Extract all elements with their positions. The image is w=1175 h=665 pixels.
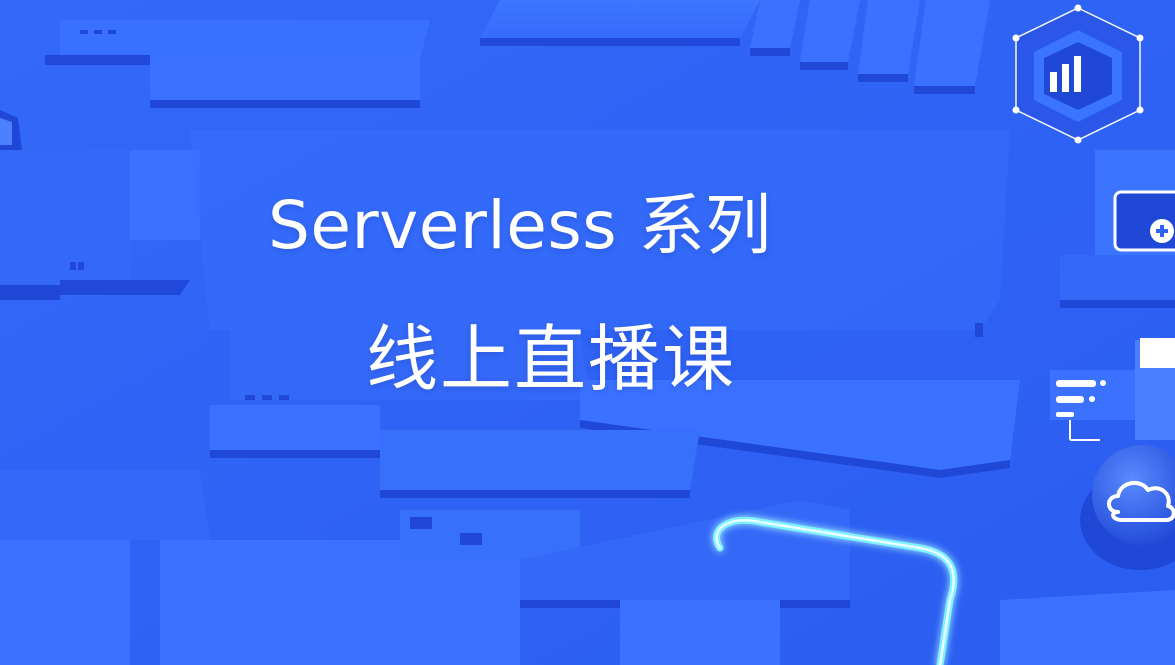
banner-subtitle: 线上直播课 <box>366 317 737 401</box>
course-banner: Serverless 系列 线上直播课 <box>0 0 1175 665</box>
banner-title: Serverless 系列 <box>268 187 772 264</box>
